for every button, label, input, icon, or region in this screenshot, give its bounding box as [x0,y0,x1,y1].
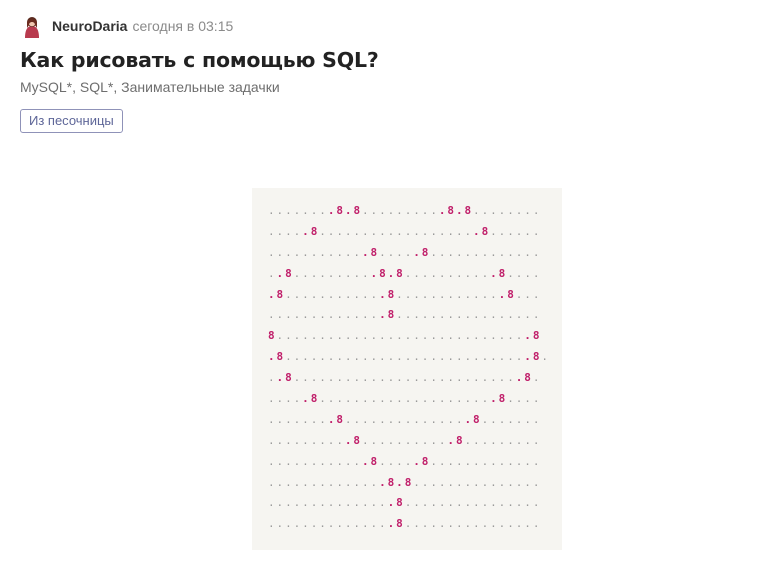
art-line: ..........8...........8......... [268,433,542,447]
author-link[interactable]: NeuroDaria [52,18,127,34]
art-line: ..............8................. [268,308,542,322]
art-line: ..8..........8.8...........8.... [268,266,542,280]
hub-separator: , [72,79,80,95]
art-line: ............8.....8............. [268,245,542,259]
art-line: ...............8................ [268,496,542,510]
art-line: .8............8.............8... [268,287,542,301]
sandbox-badge[interactable]: Из песочницы [20,109,123,133]
art-line: ........8...............8....... [268,412,542,426]
art-line: ........8.8..........8.8........ [268,204,542,217]
post-time: сегодня в 03:15 [132,18,234,34]
art-line: .....8.....................8.... [268,392,542,406]
hub-link-sql[interactable]: SQL* [80,79,113,95]
hubs-list: MySQL*, SQL*, Занимательные задачки [20,79,280,95]
art-line: .....8...................8...... [268,224,542,238]
art-line: ..8...........................8. [268,371,542,385]
author-avatar[interactable] [20,14,44,38]
art-line: ..............8.8............... [268,475,542,489]
art-line: ............8.....8............. [268,454,542,468]
art-line: ...............8................ [268,517,542,531]
ascii-heart-art: ........8.8..........8.8........ .....8..… [268,201,550,535]
hub-separator: , [113,79,122,95]
post-meta: NeuroDaria сегодня в 03:15 [20,14,233,38]
hub-link-puzzles[interactable]: Занимательные задачки [121,79,280,95]
hub-link-mysql[interactable]: MySQL* [20,79,72,95]
post-title[interactable]: Как рисовать с помощью SQL? [20,48,379,72]
art-line: 8..............................8 [268,329,542,343]
art-line: .8.............................8. [268,350,550,364]
